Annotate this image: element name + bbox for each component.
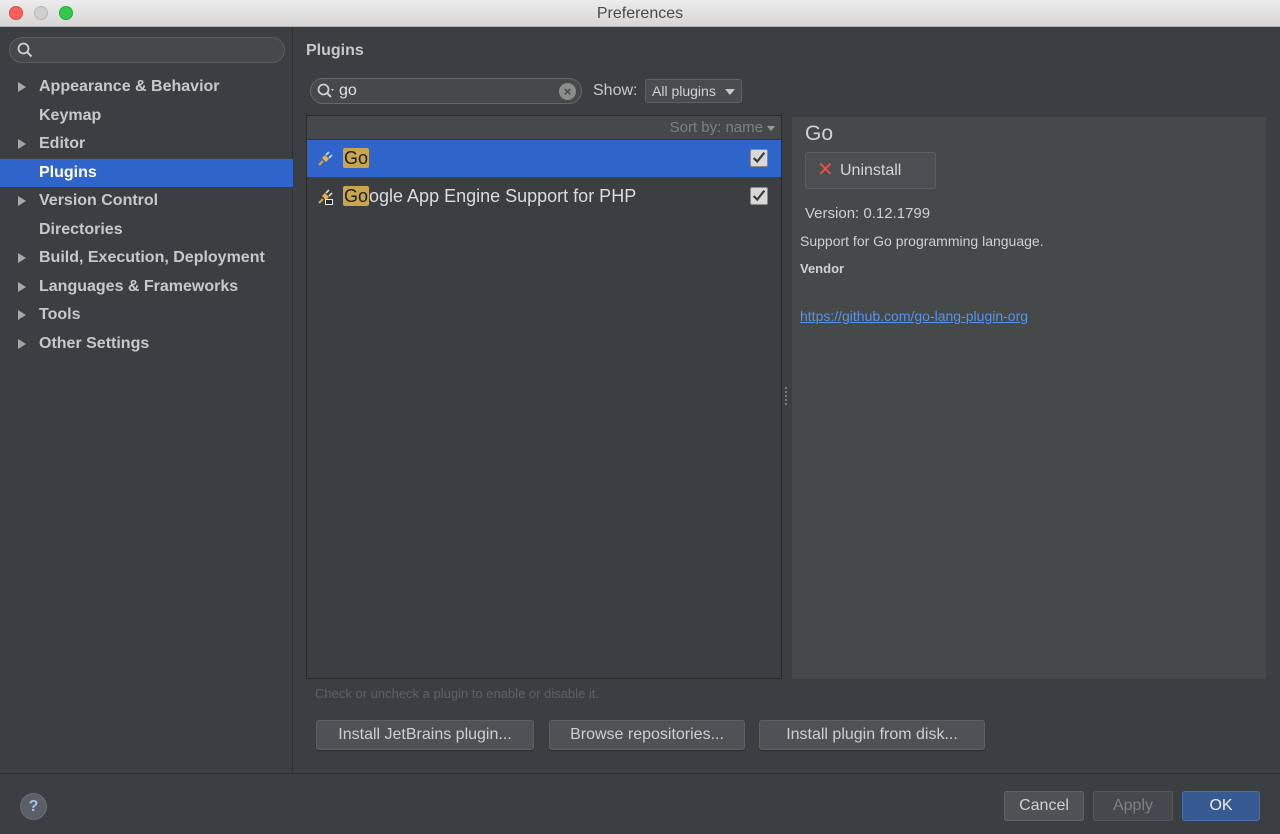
search-icon <box>17 42 33 58</box>
expand-arrow-icon[interactable] <box>18 82 26 92</box>
settings-sidebar: Appearance & Behavior Keymap Editor Plugins… <box>0 27 293 773</box>
uninstall-label: Uninstall <box>840 162 902 179</box>
search-match-highlight: Go <box>343 186 370 206</box>
plugin-version: Version: 0.12.1799 <box>805 205 931 222</box>
plugin-name-rest: ogle App Engine Support for PHP <box>369 186 637 206</box>
uninstall-button[interactable]: ✕ Uninstall <box>805 152 936 189</box>
sidebar-item-label: Other Settings <box>39 334 150 352</box>
sidebar-item-languages-frameworks[interactable]: Languages & Frameworks <box>0 273 293 302</box>
cancel-button[interactable]: Cancel <box>1004 791 1084 821</box>
sidebar-item-tools[interactable]: Tools <box>0 301 293 330</box>
plugin-search-input[interactable] <box>339 81 559 101</box>
sidebar-item-label: Plugins <box>39 163 97 181</box>
vendor-link[interactable]: https://github.com/go-lang-plugin-org <box>800 308 1028 324</box>
sidebar-item-label: Editor <box>39 135 86 152</box>
uninstall-x-icon: ✕ <box>817 159 834 181</box>
sidebar-item-keymap[interactable]: Keymap <box>0 102 293 131</box>
sidebar-item-label: Build, Execution, Deployment <box>39 249 265 266</box>
clear-search-icon[interactable]: × <box>559 83 576 100</box>
show-filter-dropdown[interactable]: All plugins <box>645 79 742 103</box>
settings-search[interactable] <box>9 37 285 63</box>
window-title: Preferences <box>596 5 684 22</box>
sidebar-item-version-control[interactable]: Version Control <box>0 187 293 216</box>
help-button[interactable]: ? <box>20 793 47 820</box>
expand-arrow-icon[interactable] <box>18 196 26 206</box>
settings-search-input[interactable] <box>38 41 278 59</box>
settings-tree: Appearance & Behavior Keymap Editor Plugins… <box>0 73 293 358</box>
search-history-icon[interactable] <box>317 83 339 99</box>
sidebar-item-label: Directories <box>39 220 123 238</box>
search-match-highlight: Go <box>343 148 370 168</box>
expand-arrow-icon[interactable] <box>18 310 26 320</box>
plugin-enabled-checkbox[interactable] <box>750 187 768 205</box>
sidebar-item-editor[interactable]: Editor <box>0 130 293 159</box>
sort-by-label[interactable]: Sort by: name <box>670 119 763 136</box>
sidebar-item-label: Languages & Frameworks <box>39 277 239 295</box>
chevron-down-icon <box>767 126 775 131</box>
splitter-handle[interactable] <box>785 387 788 409</box>
plugin-details: Go ✕ Uninstall Version: 0.12.1799 Suppor… <box>792 117 1266 679</box>
expand-arrow-icon[interactable] <box>18 338 26 349</box>
sidebar-item-other-settings[interactable]: Other Settings <box>0 330 293 359</box>
sort-header[interactable]: Sort by: name <box>307 116 781 140</box>
plugins-panel: Plugins × Show: All plugins Sort by: nam… <box>294 27 1280 773</box>
sidebar-item-label: Tools <box>39 306 81 323</box>
sidebar-item-label: Appearance & Behavior <box>39 78 220 95</box>
plugin-search[interactable]: × <box>310 78 582 104</box>
plugin-detail-name: Go <box>805 122 834 145</box>
plugin-name: Google App Engine Support for PHP <box>343 186 636 207</box>
vendor-label: Vendor <box>800 261 845 276</box>
plugin-description: Support for Go programming language. <box>800 233 1044 249</box>
ok-button[interactable]: OK <box>1182 791 1260 821</box>
page-title: Plugins <box>306 42 364 59</box>
expand-arrow-icon[interactable] <box>18 253 26 263</box>
plugin-list-item[interactable]: Go <box>307 140 781 177</box>
plugin-hint: Check or uncheck a plugin to enable or d… <box>315 686 600 701</box>
plugin-plug-icon <box>318 151 333 166</box>
sidebar-item-appearance-behavior[interactable]: Appearance & Behavior <box>0 73 293 102</box>
plugin-list: Sort by: name Go Google App Engine Suppo… <box>306 115 782 679</box>
plugin-name: Go <box>343 148 370 169</box>
show-filter-value: All plugins <box>652 83 716 99</box>
install-plugin-from-disk-button[interactable]: Install plugin from disk... <box>759 720 985 750</box>
plugin-enabled-checkbox[interactable] <box>750 149 768 167</box>
expand-arrow-icon[interactable] <box>18 139 26 149</box>
install-jetbrains-plugin-button[interactable]: Install JetBrains plugin... <box>316 720 534 750</box>
plugin-list-item[interactable]: Google App Engine Support for PHP <box>307 178 781 215</box>
sidebar-item-directories[interactable]: Directories <box>0 216 293 245</box>
browse-repositories-button[interactable]: Browse repositories... <box>549 720 745 750</box>
sidebar-item-label: Version Control <box>39 192 159 209</box>
show-filter-label: Show: <box>593 82 638 99</box>
chevron-down-icon <box>725 89 735 95</box>
sidebar-item-label: Keymap <box>39 106 102 124</box>
checkmark-icon <box>752 152 766 164</box>
sidebar-item-build-execution-deployment[interactable]: Build, Execution, Deployment <box>0 244 293 273</box>
title-bar: Preferences <box>0 0 1280 27</box>
checkmark-icon <box>752 190 766 202</box>
expand-arrow-icon[interactable] <box>18 281 26 292</box>
sidebar-item-plugins[interactable]: Plugins <box>0 158 293 187</box>
dialog-footer: ? Cancel Apply OK <box>0 773 1280 834</box>
preferences-window: Preferences Appearance & Behavior Keymap E… <box>0 0 1280 834</box>
apply-button[interactable]: Apply <box>1093 791 1173 821</box>
plugin-plug-bundled-icon <box>318 189 333 205</box>
